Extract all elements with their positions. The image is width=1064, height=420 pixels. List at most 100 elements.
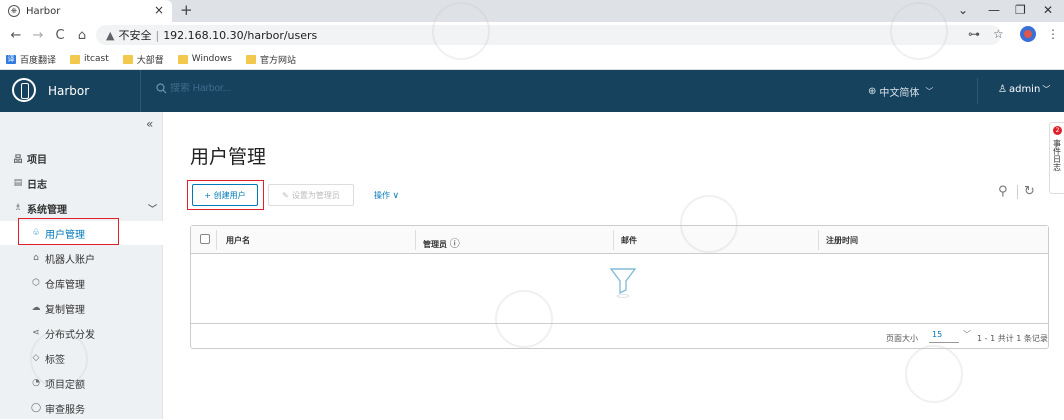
user-menu[interactable]: ♙ admin ﹀	[998, 84, 1050, 95]
sidebar-item-projects[interactable]: 品 项目	[0, 146, 163, 170]
harbor-favicon-icon: ⎈	[8, 5, 20, 17]
url-separator: |	[155, 28, 160, 42]
minimize-icon[interactable]: —	[988, 3, 1000, 17]
sidebar-item-administration[interactable]: ♗ 系统管理 ﹀	[0, 196, 163, 220]
chevron-down-icon: ﹀	[148, 204, 158, 215]
info-icon[interactable]: ⓘ	[450, 239, 460, 250]
empty-funnel-icon	[609, 268, 637, 298]
replication-icon: ☁	[31, 303, 41, 313]
new-tab-button[interactable]: +	[180, 1, 193, 19]
reload-icon[interactable]: C	[54, 28, 66, 43]
folder-icon	[70, 54, 81, 64]
bookmark-dabudu[interactable]: 大部督	[122, 53, 164, 66]
language-selector[interactable]: ⊕ 中文简体 ﹀	[868, 84, 933, 99]
tab-title: Harbor	[26, 5, 61, 17]
back-icon[interactable]: ←	[10, 28, 22, 43]
sidebar-item-label: 机器人账户	[45, 254, 95, 266]
tab-search-icon[interactable]: ⌄	[958, 3, 968, 17]
close-window-icon[interactable]: ✕	[1043, 3, 1053, 17]
log-icon: ▤	[13, 178, 23, 188]
column-divider	[818, 230, 819, 250]
project-icon: 品	[13, 154, 23, 165]
highlight-box-create-user	[187, 180, 264, 210]
menu-icon[interactable]: ⋮	[1047, 27, 1059, 41]
browser-tab[interactable]: ⎈ Harbor ×	[0, 0, 172, 22]
sidebar-item-robot-accounts[interactable]: ⌂ 机器人账户	[0, 246, 163, 270]
user-icon: ♙	[998, 84, 1007, 95]
watermark-logo	[680, 195, 738, 253]
language-label: 中文简体	[879, 88, 920, 99]
insecure-label: 不安全	[118, 29, 152, 42]
chevron-down-icon: ∨	[392, 191, 400, 201]
actions-label: 操作	[374, 191, 390, 200]
search-icon[interactable]: ⚲	[998, 184, 1008, 199]
url-field[interactable]: ▲ 不安全 | 192.168.10.30/harbor/users	[96, 25, 1001, 45]
page-title: 用户管理	[190, 146, 267, 168]
bookmark-itcast[interactable]: itcast	[70, 54, 109, 64]
bookmark-label: 官方网站	[259, 55, 296, 66]
sidebar-item-logs[interactable]: ▤ 日志	[0, 171, 163, 195]
bookmark-label: itcast	[84, 54, 109, 64]
column-divider	[415, 230, 416, 250]
header-divider	[977, 78, 978, 104]
sidebar-item-label: 日志	[27, 179, 47, 191]
home-icon[interactable]: ⌂	[76, 28, 88, 43]
bookmark-label: 大部督	[136, 55, 164, 66]
refresh-icon[interactable]: ↻	[1024, 184, 1035, 199]
url-text: 192.168.10.30/harbor/users	[163, 28, 318, 42]
robot-icon: ⌂	[33, 253, 39, 263]
scan-icon: ◯	[30, 403, 42, 413]
search-input[interactable]	[170, 83, 320, 94]
sidebar-item-label: 复制管理	[45, 304, 85, 316]
table-footer: 页面大小 15 1 - 1 共计 1 条记录	[191, 323, 1048, 349]
sidebar-item-registries[interactable]: ⬡ 仓库管理	[0, 271, 163, 295]
column-username[interactable]: 用户名	[226, 235, 250, 246]
column-admin[interactable]: 管理员 ⓘ	[423, 235, 460, 250]
search-icon	[156, 83, 167, 94]
globe-icon: ⊕	[868, 86, 877, 97]
pencil-icon: ✎	[282, 190, 289, 200]
forward-icon[interactable]: →	[32, 28, 44, 43]
column-divider	[613, 230, 614, 250]
chevron-down-icon: ﹀	[925, 87, 934, 96]
translate-icon: 译	[6, 54, 16, 64]
global-search[interactable]	[156, 83, 320, 94]
restore-icon[interactable]: ❐	[1015, 3, 1026, 17]
profile-avatar[interactable]	[1020, 26, 1036, 42]
page-size-label: 页面大小	[886, 334, 918, 343]
folder-icon	[245, 54, 256, 64]
brand-name[interactable]: Harbor	[48, 84, 89, 98]
column-registration-time[interactable]: 注册时间	[826, 235, 858, 246]
pagination-total: 1 - 1 共计 1 条记录	[977, 334, 1048, 343]
bookmark-star-icon[interactable]: ☆	[993, 27, 1004, 41]
watermark-logo	[890, 2, 948, 60]
column-email[interactable]: 邮件	[621, 235, 637, 246]
sidebar-item-label: 审查服务	[45, 404, 85, 416]
watermark-logo	[495, 290, 553, 348]
watermark-logo	[905, 345, 963, 403]
sidebar-item-label: 仓库管理	[45, 279, 85, 291]
bookmark-baidu[interactable]: 译 百度翻译	[6, 53, 56, 66]
select-all-checkbox[interactable]	[200, 234, 210, 244]
bookmark-windows[interactable]: Windows	[177, 54, 232, 64]
toolbar-divider	[1017, 185, 1018, 199]
watermark-logo	[432, 2, 490, 60]
chevron-down-icon: ﹀	[1042, 85, 1051, 94]
sidebar-item-scanners[interactable]: ◯ 审查服务	[0, 396, 163, 420]
sidebar-item-label: 项目	[27, 154, 47, 166]
event-count-badge: 2	[1053, 126, 1062, 135]
harbor-logo-icon[interactable]	[12, 78, 36, 102]
collapse-sidebar-icon[interactable]: «	[146, 117, 153, 131]
actions-dropdown[interactable]: 操作 ∨	[374, 190, 399, 201]
key-icon[interactable]: ⊶	[968, 27, 980, 41]
set-admin-button[interactable]: ✎ 设置为管理员	[268, 184, 354, 206]
sidebar-item-replications[interactable]: ☁ 复制管理	[0, 296, 163, 320]
close-tab-icon[interactable]: ×	[154, 3, 164, 17]
column-admin-label: 管理员	[423, 240, 447, 249]
username: admin	[1008, 84, 1041, 95]
bookmark-official[interactable]: 官方网站	[245, 53, 296, 66]
folder-icon	[122, 54, 133, 64]
page-size-select[interactable]: 15	[929, 329, 971, 343]
watermark-logo	[30, 330, 88, 388]
header-divider	[140, 70, 141, 112]
